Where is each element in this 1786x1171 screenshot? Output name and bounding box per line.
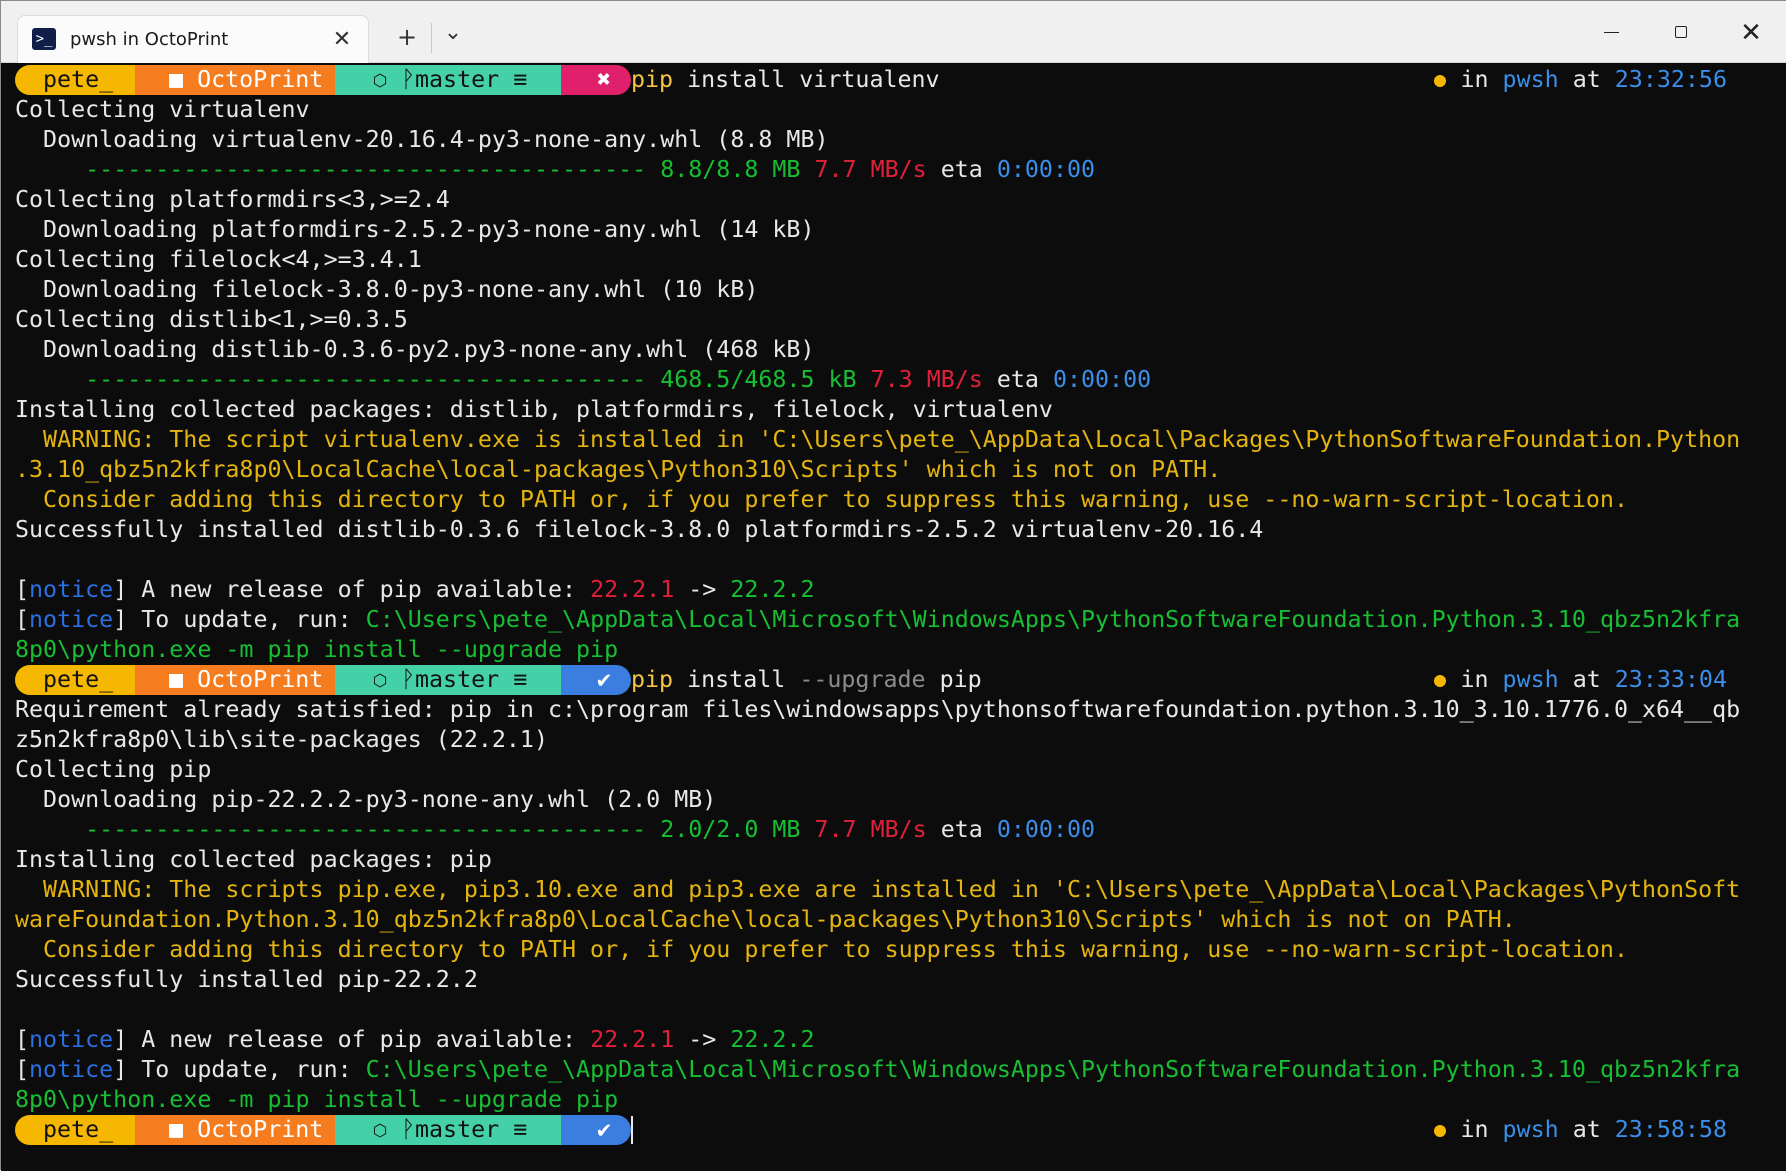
new-tab-button[interactable]: + (389, 21, 425, 53)
ok-status-icon: ✔ (561, 665, 631, 695)
equal-icon: ≡ (513, 66, 528, 93)
branch-icon: ᚹ (401, 666, 415, 693)
ok-status-icon: ✔ (561, 1115, 631, 1145)
branch-name: master (415, 66, 500, 93)
right-prompt-1: in pwsh at 23:32:56 (1434, 65, 1727, 95)
prompt-3: pete_ ■ OctoPrint ⬡ ᚹmaster ≡ ✔ (15, 1115, 635, 1145)
warning-line: WARNING: The script virtualenv.exe is in… (15, 426, 1741, 453)
warning-line: WARNING: The scripts pip.exe, pip3.10.ex… (15, 876, 1741, 903)
output-line: Requirement already satisfied: pip in c:… (15, 696, 1741, 723)
folder-icon: ■ (169, 66, 184, 93)
terminal-window: >_ pwsh in OctoPrint ✕ + ⌄ ✕ pete_ ■ Oct… (0, 0, 1786, 1171)
output-line: Collecting filelock<4,>=3.4.1 (15, 246, 422, 273)
close-window-button[interactable]: ✕ (1721, 13, 1781, 53)
github-icon: ⬡ (373, 66, 387, 93)
tab-divider (431, 23, 432, 53)
tab-pwsh[interactable]: >_ pwsh in OctoPrint ✕ (17, 15, 369, 63)
minimize-button[interactable] (1581, 13, 1641, 53)
dir-name: OctoPrint (197, 1116, 324, 1143)
dir-name: OctoPrint (197, 666, 324, 693)
prompt-user: pete_ (15, 1115, 135, 1145)
powershell-icon: >_ (32, 28, 56, 50)
progress-line: ----------------------------------------… (15, 366, 1152, 393)
equal-icon: ≡ (513, 666, 528, 693)
terminal-output[interactable]: pete_ ■ OctoPrint ⬡ ᚹmaster ≡ ✖ pip inst… (1, 63, 1786, 1171)
dir-name: OctoPrint (197, 66, 324, 93)
prompt-2: pete_ ■ OctoPrint ⬡ ᚹmaster ≡ ✔ (15, 665, 635, 695)
progress-line: ----------------------------------------… (15, 156, 1096, 183)
notice-line: [notice] To update, run: C:\Users\pete_\… (15, 606, 1741, 633)
prompt-git: ⬡ ᚹmaster ≡ (335, 1115, 561, 1145)
maximize-icon (1675, 26, 1687, 38)
tab-title: pwsh in OctoPrint (70, 29, 229, 50)
prompt-dir: ■ OctoPrint (135, 665, 335, 695)
notice-line: [notice] A new release of pip available:… (15, 576, 815, 603)
output-line: Installing collected packages: distlib, … (15, 396, 1053, 423)
branch-icon: ᚹ (401, 66, 415, 93)
output-line: Installing collected packages: pip (15, 846, 492, 873)
prompt-user: pete_ (15, 65, 135, 95)
notice-line: [notice] A new release of pip available:… (15, 1026, 815, 1053)
command-1: pip install virtualenv (631, 66, 940, 93)
notice-line: 8p0\python.exe -m pip install --upgrade … (15, 1086, 619, 1113)
warning-line: Consider adding this directory to PATH o… (15, 936, 1628, 963)
folder-icon: ■ (169, 1116, 184, 1143)
close-icon: ✕ (1740, 18, 1762, 48)
output-line: Successfully installed pip-22.2.2 (15, 966, 478, 993)
right-prompt-2: in pwsh at 23:33:04 (1434, 665, 1727, 695)
folder-icon: ■ (169, 666, 184, 693)
progress-line: ----------------------------------------… (15, 816, 1096, 843)
prompt-git: ⬡ ᚹmaster ≡ (335, 665, 561, 695)
notice-line: 8p0\python.exe -m pip install --upgrade … (15, 636, 619, 663)
output-line: Collecting distlib<1,>=0.3.5 (15, 306, 408, 333)
output-line: z5n2kfra8p0\lib\site-packages (22.2.1) (15, 726, 548, 753)
command-2: pip install --upgrade pip (631, 666, 982, 693)
text-cursor[interactable] (631, 1116, 633, 1144)
title-bar: >_ pwsh in OctoPrint ✕ + ⌄ ✕ (1, 1, 1786, 63)
python-icon (1434, 75, 1447, 87)
prompt-user: pete_ (15, 665, 135, 695)
maximize-button[interactable] (1651, 13, 1711, 53)
prompt-git: ⬡ ᚹmaster ≡ (335, 65, 561, 95)
output-line: Downloading filelock-3.8.0-py3-none-any.… (15, 276, 759, 303)
fail-status-icon: ✖ (561, 65, 631, 95)
github-icon: ⬡ (373, 1116, 387, 1143)
tab-dropdown-button[interactable]: ⌄ (435, 17, 471, 49)
output-line: Downloading distlib-0.3.6-py2.py3-none-a… (15, 336, 815, 363)
prompt-dir: ■ OctoPrint (135, 1115, 335, 1145)
warning-line: wareFoundation.Python.3.10_qbz5n2kfra8p0… (15, 906, 1516, 933)
equal-icon: ≡ (513, 1116, 528, 1143)
warning-line: Consider adding this directory to PATH o… (15, 486, 1628, 513)
branch-name: master (415, 666, 500, 693)
notice-line: [notice] To update, run: C:\Users\pete_\… (15, 1056, 1741, 1083)
python-icon (1434, 675, 1447, 687)
output-line: Downloading platformdirs-2.5.2-py3-none-… (15, 216, 815, 243)
branch-name: master (415, 1116, 500, 1143)
output-line: Collecting pip (15, 756, 212, 783)
right-prompt-3: in pwsh at 23:58:58 (1434, 1115, 1727, 1145)
output-line: Downloading virtualenv-20.16.4-py3-none-… (15, 126, 829, 153)
minimize-icon (1604, 32, 1619, 33)
warning-line: .3.10_qbz5n2kfra8p0\LocalCache\local-pac… (15, 456, 1222, 483)
github-icon: ⬡ (373, 666, 387, 693)
output-line: Collecting platformdirs<3,>=2.4 (15, 186, 450, 213)
close-tab-icon[interactable]: ✕ (328, 26, 356, 54)
output-line: Downloading pip-22.2.2-py3-none-any.whl … (15, 786, 717, 813)
output-line: Successfully installed distlib-0.3.6 fil… (15, 516, 1264, 543)
branch-icon: ᚹ (401, 1116, 415, 1143)
output-line: Collecting virtualenv (15, 96, 310, 123)
prompt-dir: ■ OctoPrint (135, 65, 335, 95)
prompt-1: pete_ ■ OctoPrint ⬡ ᚹmaster ≡ ✖ (15, 65, 635, 95)
python-icon (1434, 1125, 1447, 1137)
